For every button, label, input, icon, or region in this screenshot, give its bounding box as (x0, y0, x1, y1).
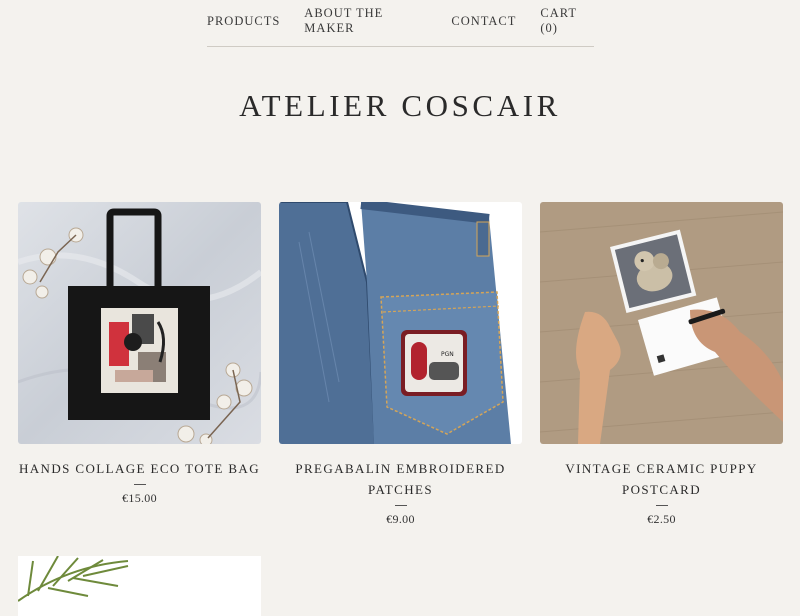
product-price: €2.50 (647, 512, 676, 526)
product-name[interactable]: HANDS COLLAGE ECO TOTE BAG (18, 458, 261, 479)
product-name[interactable]: PREGABALIN EMBROIDERED PATCHES (279, 458, 522, 500)
divider (394, 505, 407, 506)
product-image-tote[interactable] (18, 202, 261, 444)
nav-products-link[interactable]: PRODUCTS (207, 14, 280, 29)
patch-label-text: PGN (441, 351, 454, 358)
product-card-patches[interactable]: PGN PREGABALIN EMBROIDERED PATCHES €9.00 (279, 202, 522, 527)
product-card-postcard[interactable]: VINTAGE CERAMIC PUPPY POSTCARD €2.50 (540, 202, 783, 527)
product-price: €9.00 (386, 512, 415, 526)
product-name[interactable]: VINTAGE CERAMIC PUPPY POSTCARD (540, 458, 783, 500)
product-image-postcard[interactable] (540, 202, 783, 444)
product-image-patches[interactable]: PGN (279, 202, 522, 444)
main-nav: PRODUCTS ABOUT THE MAKER CONTACT CART (0… (207, 0, 594, 47)
product-price: €15.00 (122, 491, 157, 505)
product-card-tote[interactable]: HANDS COLLAGE ECO TOTE BAG €15.00 (18, 202, 261, 506)
divider (133, 484, 146, 485)
product-card-plant[interactable] (18, 556, 261, 616)
divider (655, 505, 668, 506)
nav-cart-link[interactable]: CART (0) (540, 6, 594, 36)
site-title: ATELIER COSCAIR (239, 88, 561, 123)
nav-contact-link[interactable]: CONTACT (451, 14, 516, 29)
nav-about-link[interactable]: ABOUT THE MAKER (304, 6, 427, 36)
